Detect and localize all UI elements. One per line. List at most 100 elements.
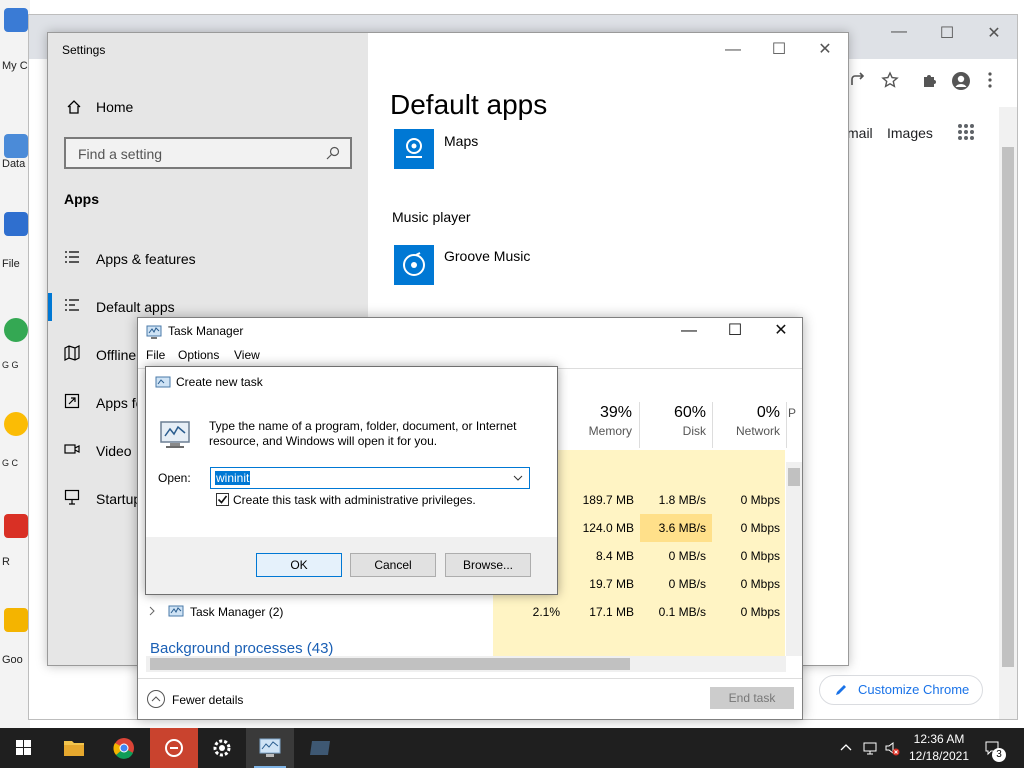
tm-vertical-scrollbar-thumb[interactable]	[788, 468, 800, 486]
desktop-icon-label: G G	[2, 360, 19, 370]
desktop-icon-label: File	[2, 258, 20, 270]
home-nav-item[interactable]: Home	[96, 99, 133, 115]
tm-menubar: File Options View	[138, 346, 802, 366]
chevron-up-circle-icon[interactable]	[146, 689, 166, 709]
tray-chevron-up-icon[interactable]	[838, 740, 854, 756]
network-cell: 0 Mbps	[740, 549, 780, 563]
disk-cell: 3.6 MB/s	[658, 521, 706, 535]
images-link[interactable]: Images	[887, 125, 933, 141]
chevron-down-icon[interactable]	[511, 471, 525, 485]
chrome-maximize-button[interactable]: ☐	[932, 23, 962, 47]
desktop-icon-google[interactable]	[4, 318, 28, 342]
tm-maximize-button[interactable]: ☐	[712, 318, 758, 344]
desktop-icon-label: Data	[2, 158, 26, 170]
customize-chrome-button[interactable]: Customize Chrome	[819, 675, 983, 705]
memory-percent: 39%	[599, 404, 632, 421]
open-combobox[interactable]: wininit	[210, 467, 530, 489]
tm-close-button[interactable]: ✕	[758, 318, 802, 344]
search-icon	[326, 146, 342, 162]
background-processes-heading: Background processes (43)	[150, 640, 334, 657]
open-input-value[interactable]: wininit	[215, 471, 251, 485]
map-icon	[64, 345, 82, 363]
google-apps-icon[interactable]	[957, 123, 977, 143]
chrome-close-button[interactable]: ✕	[979, 23, 1009, 47]
admin-privileges-label[interactable]: Create this task with administrative pri…	[233, 493, 476, 507]
menu-options[interactable]: Options	[178, 348, 219, 362]
network-icon[interactable]	[862, 740, 878, 756]
desktop-icon-label: My C	[2, 60, 28, 72]
nav-apps-features[interactable]: Apps & features	[48, 241, 368, 277]
gmail-link[interactable]: mail	[847, 125, 873, 141]
start-button[interactable]	[0, 728, 48, 768]
desktop-icon-r[interactable]	[4, 514, 28, 538]
table-row[interactable]: Task Manager (2) 2.1% 17.1 MB 0.1 MB/s 0…	[138, 598, 788, 626]
desktop: My C Data File G G G C R Goo	[0, 0, 30, 728]
column-disk[interactable]: 60% Disk	[640, 404, 712, 438]
chrome-icon[interactable]	[100, 728, 148, 768]
volume-muted-icon[interactable]	[884, 740, 900, 756]
desktop-icon-my-computer[interactable]	[4, 8, 28, 32]
home-icon	[66, 99, 82, 115]
end-task-button[interactable]: End task	[710, 687, 794, 709]
apps-section-heading: Apps	[64, 191, 99, 207]
browse-button[interactable]: Browse...	[445, 553, 531, 577]
task-manager-icon	[146, 324, 162, 340]
task-manager-taskbar-icon[interactable]	[246, 728, 294, 768]
extensions-icon[interactable]	[921, 71, 943, 93]
red-app-icon[interactable]	[150, 728, 198, 768]
profile-icon[interactable]	[951, 71, 973, 93]
ok-button[interactable]: OK	[256, 553, 342, 577]
tm-minimize-button[interactable]: —	[666, 318, 712, 344]
terminal-icon[interactable]	[296, 728, 344, 768]
tm-footer: Fewer details End task	[138, 678, 802, 719]
memory-cell: 17.1 MB	[589, 605, 634, 619]
desktop-icon-data[interactable]	[4, 134, 28, 158]
network-header: Network	[735, 424, 780, 438]
column-memory[interactable]: 39% Memory	[566, 404, 638, 438]
task-manager-title: Task Manager	[168, 324, 244, 338]
desktop-icon-file[interactable]	[4, 212, 28, 236]
chrome-minimize-button[interactable]: —	[884, 23, 914, 47]
disk-header: Disk	[682, 424, 706, 438]
column-network[interactable]: 0% Network	[714, 404, 786, 438]
admin-privileges-checkbox[interactable]	[216, 493, 229, 506]
groove-music-tile[interactable]	[394, 245, 434, 285]
chrome-scrollbar[interactable]	[999, 107, 1017, 719]
tm-horizontal-scrollbar[interactable]	[146, 656, 786, 672]
tm-horizontal-scrollbar-thumb[interactable]	[150, 658, 630, 670]
cancel-button[interactable]: Cancel	[350, 553, 436, 577]
chrome-scrollbar-thumb[interactable]	[1002, 147, 1014, 667]
maps-app-name[interactable]: Maps	[444, 133, 478, 149]
desktop-icon-label: Goo	[2, 654, 23, 666]
column-power[interactable]: P	[788, 404, 802, 420]
share-icon[interactable]	[849, 71, 871, 93]
fewer-details-link[interactable]: Fewer details	[172, 693, 243, 707]
groove-music-name[interactable]: Groove Music	[444, 248, 530, 264]
disk-cell: 0 MB/s	[668, 549, 706, 563]
desktop-icon-label: R	[2, 556, 10, 568]
dialog-body: Type the name of a program, folder, docu…	[146, 397, 557, 537]
find-setting-input[interactable]: Find a setting	[64, 137, 352, 169]
nav-label: Video	[96, 443, 132, 459]
disk-cell: 0 MB/s	[668, 577, 706, 591]
maps-app-tile[interactable]	[394, 129, 434, 169]
menu-file[interactable]: File	[146, 348, 165, 362]
settings-gear-icon[interactable]	[198, 728, 246, 768]
computer-icon	[158, 419, 192, 451]
network-cell: 0 Mbps	[740, 493, 780, 507]
desktop-icon-google-chrome[interactable]	[4, 412, 28, 436]
clock-date[interactable]: 12/18/2021	[904, 749, 974, 763]
clock-time[interactable]: 12:36 AM	[904, 732, 974, 746]
tm-vertical-scrollbar[interactable]	[786, 462, 802, 656]
run-icon	[155, 375, 171, 389]
chrome-menu-icon[interactable]	[987, 71, 1009, 93]
star-icon[interactable]	[881, 71, 903, 93]
file-explorer-icon[interactable]	[50, 728, 98, 768]
nav-label: Offline	[96, 347, 137, 363]
desktop-icon-google-docs[interactable]	[4, 608, 28, 632]
network-cell: 0 Mbps	[740, 577, 780, 591]
task-manager-process-icon	[168, 604, 184, 620]
power-header: P	[788, 406, 797, 420]
menu-view[interactable]: View	[234, 348, 260, 362]
expand-chevron-icon[interactable]	[148, 606, 156, 616]
